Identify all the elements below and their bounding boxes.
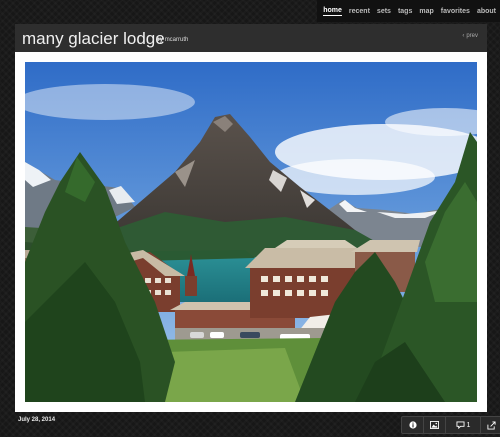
photo-frame [15,52,487,412]
nav-home-link[interactable]: home [323,7,342,16]
image-icon [430,421,439,429]
author-name[interactable]: mcarruth [165,37,189,43]
nav-map-link[interactable]: map [419,8,433,15]
comment-count: 1 [466,421,471,429]
by-label: by [156,37,164,43]
view-image-button[interactable] [424,417,446,433]
photo-title: many glacier lodge [22,29,165,48]
info-button[interactable] [402,417,424,433]
share-button[interactable] [481,417,500,433]
nav-tags-link[interactable]: tags [398,8,412,15]
photo-title-bar: many glacier lodge by mcarruth ‹ prev [15,24,487,52]
nav-sets-link[interactable]: sets [377,8,391,15]
nav-recent-link[interactable]: recent [349,8,370,15]
main-photo[interactable] [25,62,477,402]
photo-toolbar: 1 [401,416,500,434]
comment-icon [456,421,465,429]
comments-button[interactable]: 1 [446,417,481,433]
chevron-left-icon: ‹ [462,33,465,39]
top-navigation: home recent sets tags map favorites abou… [317,0,500,22]
photo-byline: by mcarruth [156,37,188,43]
nav-favorites-link[interactable]: favorites [441,8,470,15]
info-icon [408,421,417,429]
photo-date: July 28, 2014 [18,417,56,423]
share-icon [487,420,496,430]
nav-about-link[interactable]: about [477,8,496,15]
prev-link[interactable]: ‹ prev [462,33,478,39]
prev-label: prev [466,33,478,39]
